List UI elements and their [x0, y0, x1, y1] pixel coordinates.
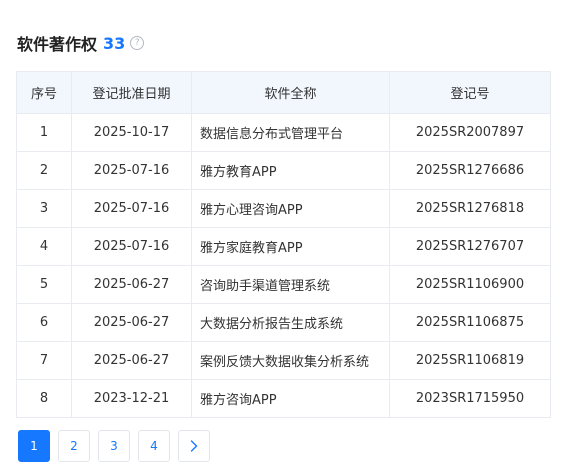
row-index: 5 [16, 265, 72, 304]
software-copyright-table: 序号 登记批准日期 软件全称 登记号 1 2025-10-17 数据信息分布式管… [16, 71, 551, 418]
row-registration-number: 2025SR1276818 [389, 189, 551, 228]
chevron-right-icon [190, 440, 198, 452]
row-software-name: 雅方心理咨询APP [191, 189, 390, 228]
table-row: 4 2025-07-16 雅方家庭教育APP 2025SR1276707 [16, 227, 551, 266]
row-software-name: 雅方家庭教育APP [191, 227, 390, 266]
row-software-name: 雅方教育APP [191, 151, 390, 190]
header-registration-number: 登记号 [389, 71, 551, 114]
row-registration-number: 2025SR2007897 [389, 113, 551, 152]
page-button-3[interactable]: 3 [98, 430, 130, 462]
table-row: 2 2025-07-16 雅方教育APP 2025SR1276686 [16, 151, 551, 190]
row-index: 6 [16, 303, 72, 342]
row-date: 2025-06-27 [71, 265, 192, 304]
row-registration-number: 2025SR1106900 [389, 265, 551, 304]
row-date: 2025-07-16 [71, 151, 192, 190]
table-row: 5 2025-06-27 咨询助手渠道管理系统 2025SR1106900 [16, 265, 551, 304]
table-header-row: 序号 登记批准日期 软件全称 登记号 [16, 71, 551, 114]
row-index: 4 [16, 227, 72, 266]
table-row: 7 2025-06-27 案例反馈大数据收集分析系统 2025SR1106819 [16, 341, 551, 380]
next-page-button[interactable] [178, 430, 210, 462]
row-date: 2025-10-17 [71, 113, 192, 152]
header-approval-date: 登记批准日期 [71, 71, 192, 114]
page-button-1[interactable]: 1 [18, 430, 50, 462]
row-index: 3 [16, 189, 72, 228]
help-circle-icon[interactable]: ? [130, 36, 145, 50]
row-registration-number: 2025SR1106819 [389, 341, 551, 380]
section-count: 33 [103, 33, 126, 53]
row-registration-number: 2025SR1106875 [389, 303, 551, 342]
header-index: 序号 [16, 71, 72, 114]
row-software-name: 咨询助手渠道管理系统 [191, 265, 390, 304]
row-date: 2025-06-27 [71, 303, 192, 342]
page-button-2[interactable]: 2 [58, 430, 90, 462]
section-title: 软件著作权 [17, 35, 98, 54]
row-software-name: 大数据分析报告生成系统 [191, 303, 390, 342]
row-index: 7 [16, 341, 72, 380]
row-date: 2025-07-16 [71, 227, 192, 266]
table-row: 6 2025-06-27 大数据分析报告生成系统 2025SR1106875 [16, 303, 551, 342]
table-row: 8 2023-12-21 雅方咨询APP 2023SR1715950 [16, 379, 551, 418]
row-index: 8 [16, 379, 72, 418]
row-date: 2023-12-21 [71, 379, 192, 418]
page-button-4[interactable]: 4 [138, 430, 170, 462]
table-row: 3 2025-07-16 雅方心理咨询APP 2025SR1276818 [16, 189, 551, 228]
row-software-name: 数据信息分布式管理平台 [191, 113, 390, 152]
row-index: 2 [16, 151, 72, 190]
row-registration-number: 2023SR1715950 [389, 379, 551, 418]
row-software-name: 案例反馈大数据收集分析系统 [191, 341, 390, 380]
header-software-name: 软件全称 [191, 71, 390, 114]
row-software-name: 雅方咨询APP [191, 379, 390, 418]
row-date: 2025-07-16 [71, 189, 192, 228]
row-index: 1 [16, 113, 72, 152]
row-date: 2025-06-27 [71, 341, 192, 380]
pagination: 1 2 3 4 [18, 430, 218, 462]
section-header: 软件著作权 33 ? [17, 32, 145, 54]
table-row: 1 2025-10-17 数据信息分布式管理平台 2025SR2007897 [16, 113, 551, 152]
row-registration-number: 2025SR1276686 [389, 151, 551, 190]
row-registration-number: 2025SR1276707 [389, 227, 551, 266]
